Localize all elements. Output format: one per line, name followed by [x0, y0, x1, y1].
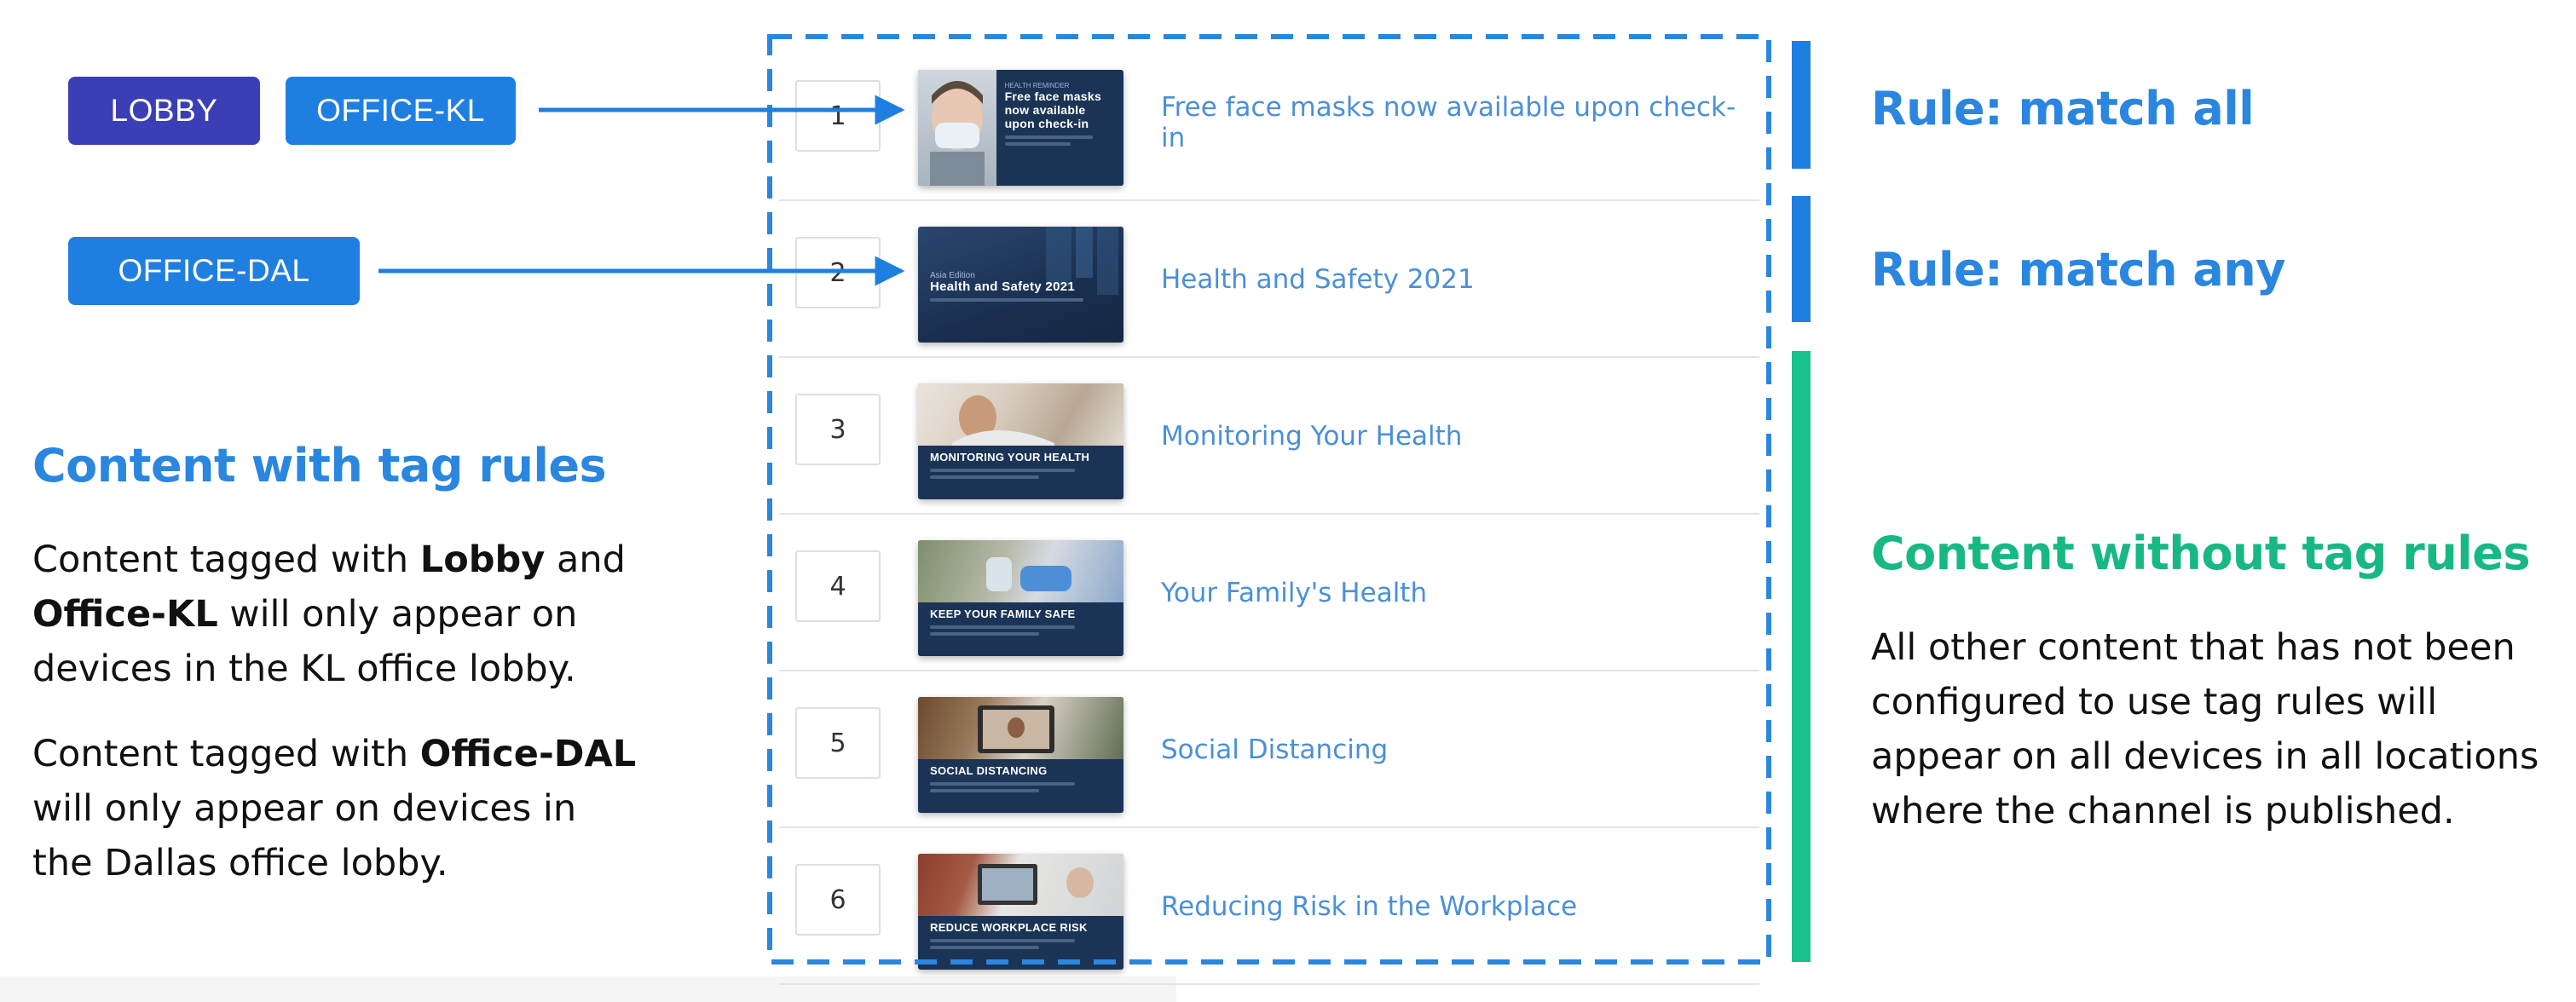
rule-match-any-bar — [1792, 196, 1811, 322]
rule-match-all-bar — [1792, 41, 1811, 169]
content-without-tag-rules-heading: Content without tag rules — [1871, 527, 2531, 580]
no-tag-rules-description: All other content that has not been conf… — [1871, 626, 2539, 832]
rule-match-all-label: Rule: match all — [1871, 82, 2255, 135]
no-tag-rules-bar — [1792, 351, 1811, 962]
connector-arrows — [378, 95, 905, 286]
rule-match-any-label: Rule: match any — [1871, 243, 2285, 297]
